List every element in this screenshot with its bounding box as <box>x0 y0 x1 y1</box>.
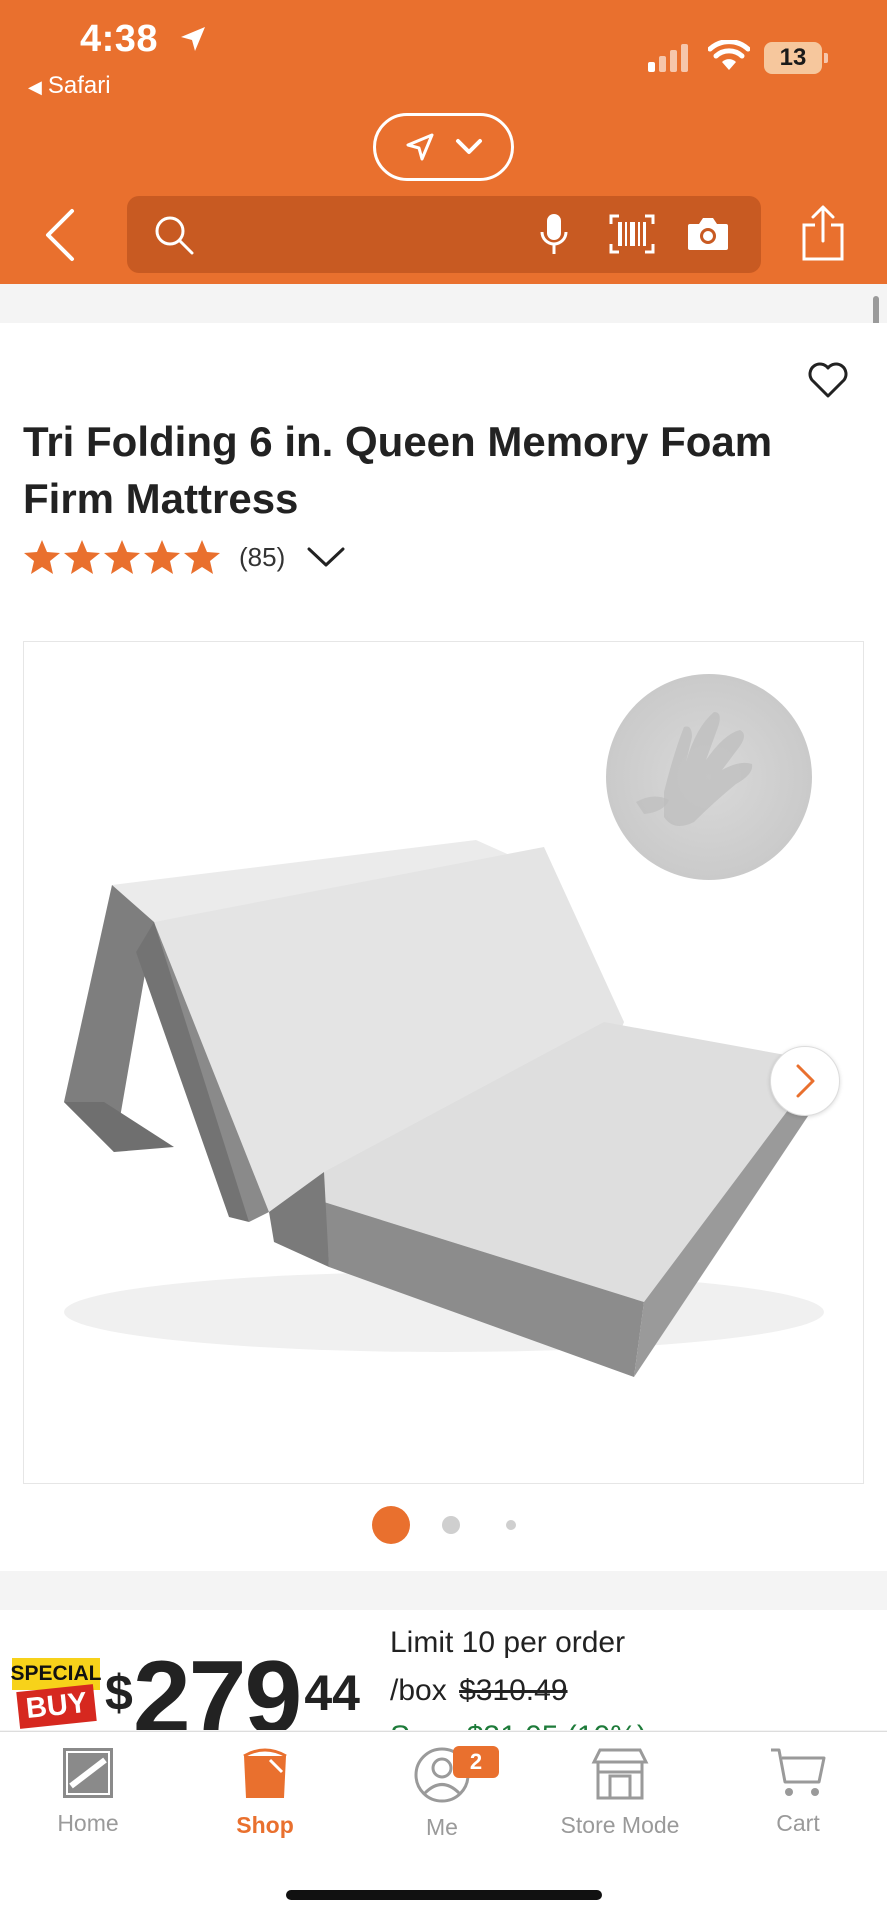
unit-label: /box <box>390 1674 447 1707</box>
chevron-down-icon <box>455 139 482 154</box>
product-card: Tri Folding 6 in. Queen Memory Foam Firm… <box>0 323 887 1571</box>
share-icon[interactable] <box>800 205 846 263</box>
chevron-down-icon[interactable] <box>307 546 345 568</box>
star-icon <box>104 540 140 574</box>
back-app-label: Safari <box>47 72 111 99</box>
review-count: (85) <box>239 541 286 572</box>
heart-icon[interactable] <box>807 361 849 399</box>
original-price: $310.49 <box>459 1674 568 1707</box>
carousel-pagination <box>0 1506 887 1544</box>
unit-pricing: /box $310.49 <box>390 1674 568 1708</box>
tab-store-mode[interactable]: Store Mode <box>545 1746 695 1839</box>
star-icon <box>64 540 100 574</box>
home-indicator[interactable] <box>286 1890 602 1900</box>
notification-badge: 2 <box>453 1746 499 1778</box>
search-icon <box>155 216 194 255</box>
tab-label: Home <box>57 1810 119 1836</box>
badge-bottom-text: BUY <box>16 1684 97 1729</box>
battery-indicator: 13 <box>764 42 828 74</box>
product-image <box>64 674 824 1377</box>
barcode-scanner-icon[interactable] <box>609 214 655 254</box>
location-arrow-icon <box>406 133 433 161</box>
cellular-signal-icon <box>648 44 688 72</box>
location-arrow-icon <box>181 27 205 51</box>
price-section: SPECIAL BUY $ 279 44 Limit 10 per order … <box>0 1610 887 1730</box>
status-time: 4:38 <box>80 18 159 60</box>
microphone-icon[interactable] <box>539 212 569 256</box>
chevron-right-icon <box>796 1064 815 1098</box>
order-limit: Limit 10 per order <box>390 1626 626 1659</box>
tab-cart[interactable]: Cart <box>723 1746 873 1837</box>
search-bar <box>127 196 761 273</box>
star-rating <box>23 539 221 575</box>
star-icon <box>184 540 220 574</box>
home-depot-logo-icon <box>63 1748 113 1798</box>
paint-bucket-icon <box>243 1748 287 1798</box>
tab-home[interactable]: Home <box>13 1746 163 1837</box>
special-buy-badge: SPECIAL BUY <box>11 1658 102 1729</box>
price: $ 279 44 <box>105 1646 360 1730</box>
price-cents: 44 <box>304 1665 360 1721</box>
store-icon <box>591 1748 649 1800</box>
star-icon <box>144 540 180 574</box>
wifi-icon <box>708 40 750 70</box>
back-to-safari[interactable]: ◀ Safari <box>28 72 111 100</box>
product-rating[interactable]: (85) <box>23 539 345 575</box>
star-icon <box>24 540 60 574</box>
tab-me[interactable]: 2 Me <box>367 1746 517 1841</box>
tab-label: Shop <box>236 1812 294 1838</box>
next-image-button[interactable] <box>770 1046 840 1116</box>
pagination-dot[interactable] <box>505 1520 516 1530</box>
location-dropdown-button[interactable] <box>373 113 514 181</box>
price-currency: $ <box>105 1665 133 1721</box>
tab-label: Me <box>426 1814 458 1840</box>
camera-icon[interactable] <box>686 216 730 252</box>
tab-label: Store Mode <box>560 1812 680 1838</box>
price-whole: 279 <box>132 1640 303 1730</box>
pagination-dot-active[interactable] <box>371 1506 410 1544</box>
pagination-dot[interactable] <box>441 1516 460 1534</box>
product-image-carousel[interactable] <box>23 641 864 1484</box>
cart-icon <box>771 1748 826 1796</box>
tab-label: Cart <box>776 1810 820 1836</box>
back-arrow-icon[interactable] <box>40 205 80 265</box>
tab-shop[interactable]: Shop <box>190 1746 340 1839</box>
savings-text: Save $31.05 (10%) <box>390 1720 647 1730</box>
back-triangle-icon: ◀ <box>28 77 42 97</box>
search-input[interactable] <box>207 210 547 258</box>
app-header: 4:38 ◀ Safari 13 <box>0 0 887 284</box>
product-title: Tri Folding 6 in. Queen Memory Foam Firm… <box>23 418 773 522</box>
